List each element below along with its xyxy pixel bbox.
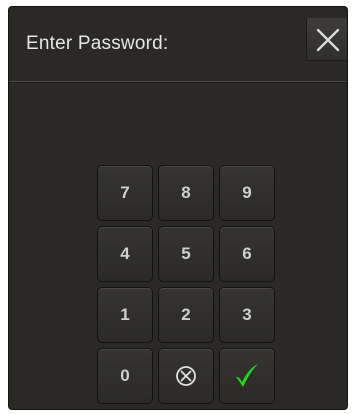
dialog-title: Enter Password: <box>26 33 169 54</box>
confirm-button[interactable] <box>219 348 275 404</box>
key-1[interactable]: 1 <box>97 287 153 343</box>
key-2[interactable]: 2 <box>158 287 214 343</box>
key-7[interactable]: 7 <box>97 165 153 221</box>
key-0[interactable]: 0 <box>97 348 153 404</box>
key-6[interactable]: 6 <box>219 226 275 282</box>
key-label: 6 <box>242 244 252 263</box>
key-label: 8 <box>181 183 191 202</box>
key-label: 9 <box>242 183 252 202</box>
key-3[interactable]: 3 <box>219 287 275 343</box>
key-label: 0 <box>120 366 130 385</box>
header-divider <box>9 81 347 83</box>
key-label: 4 <box>120 244 130 263</box>
key-4[interactable]: 4 <box>97 226 153 282</box>
key-label: 1 <box>120 305 130 324</box>
checkmark-icon <box>236 364 258 387</box>
clear-button[interactable] <box>158 348 214 404</box>
key-9[interactable]: 9 <box>219 165 275 221</box>
key-8[interactable]: 8 <box>158 165 214 221</box>
key-label: 7 <box>120 183 130 202</box>
key-label: 3 <box>242 305 252 324</box>
key-label: 2 <box>181 305 191 324</box>
key-label: 5 <box>181 244 191 263</box>
password-dialog: Enter Password: 7 8 9 4 5 6 1 2 3 0 <box>8 6 348 410</box>
dialog-header: Enter Password: <box>9 7 347 81</box>
key-5[interactable]: 5 <box>158 226 214 282</box>
circled-x-icon <box>176 366 196 386</box>
close-button[interactable] <box>306 18 347 61</box>
close-icon <box>316 28 340 52</box>
